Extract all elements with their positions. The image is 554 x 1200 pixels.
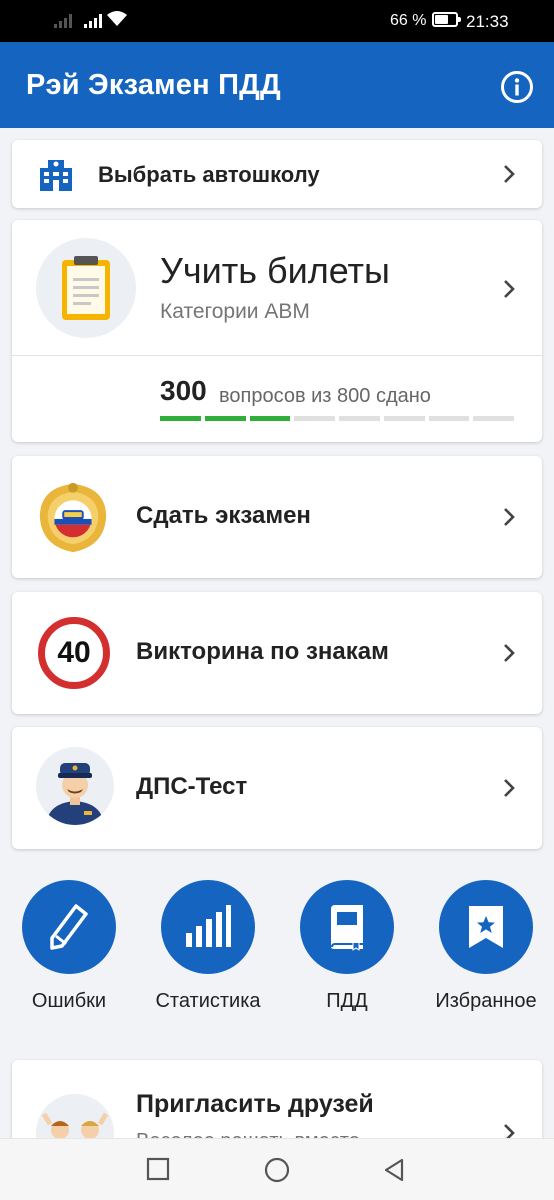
system-navigation-bar: [0, 1138, 554, 1200]
pencil-icon: [50, 904, 88, 950]
chevron-right-icon: [504, 779, 515, 797]
statistics-button[interactable]: [161, 880, 255, 974]
take-exam-label: Сдать экзамен: [136, 502, 311, 529]
favorites-label: Избранное: [435, 990, 537, 1012]
school-building-icon: [40, 160, 72, 191]
progress-segment-pending: [294, 416, 335, 421]
dps-test-card[interactable]: ДПС-Тест: [12, 727, 542, 849]
app-bar: Рэй Экзамен ПДД: [0, 42, 554, 128]
info-icon[interactable]: [500, 70, 534, 104]
home-icon[interactable]: [264, 1157, 290, 1183]
progress-segment-pending: [339, 416, 380, 421]
traffic-rules-button[interactable]: [300, 880, 394, 974]
progress-segment-pending: [473, 416, 514, 421]
progress-segment-done: [160, 416, 201, 421]
take-exam-card[interactable]: Сдать экзамен: [12, 456, 542, 578]
learn-tickets-card[interactable]: Учить билеты Категории ABM 300 вопросов …: [12, 220, 542, 442]
book-icon: [331, 905, 363, 951]
speed-limit-sign-icon: 40: [38, 617, 110, 689]
passed-questions-text: вопросов из 800 сдано: [219, 385, 431, 407]
bar-chart-icon: [186, 905, 231, 947]
dps-test-label: ДПС-Тест: [136, 773, 248, 800]
invite-friends-title: Пригласить друзей: [136, 1090, 374, 1118]
choose-driving-school-label: Выбрать автошколу: [98, 162, 320, 187]
status-time: 21:33: [466, 12, 509, 31]
chevron-right-icon: [504, 165, 515, 183]
favorites-button[interactable]: [439, 880, 533, 974]
traffic-rules-label: ПДД: [326, 990, 368, 1012]
battery-icon: [432, 12, 461, 27]
wifi-icon: [107, 11, 127, 26]
chevron-right-icon: [504, 508, 515, 526]
clipboard-icon: [62, 256, 110, 320]
sim2-signal-icon: [84, 12, 102, 28]
signs-quiz-card[interactable]: 40 Викторина по знакам: [12, 592, 542, 714]
progress-segment-pending: [428, 416, 470, 421]
mistakes-button[interactable]: [22, 880, 116, 974]
bookmark-star-icon: [469, 906, 503, 948]
card-divider: [12, 355, 542, 356]
gibdd-emblem-icon: [39, 482, 107, 553]
traffic-officer-icon: [36, 747, 114, 825]
chevron-right-icon: [504, 280, 515, 298]
signs-quiz-label: Викторина по знакам: [136, 638, 389, 665]
progress-segment-done: [249, 416, 291, 421]
status-bar: 66 % 21:33: [0, 0, 554, 42]
chevron-right-icon: [504, 644, 515, 662]
tickets-progress-bar: [160, 416, 514, 421]
recent-apps-icon[interactable]: [146, 1157, 170, 1181]
progress-segment-pending: [383, 416, 425, 421]
choose-driving-school-card[interactable]: Выбрать автошколу: [12, 140, 542, 208]
mistakes-label: Ошибки: [31, 990, 107, 1012]
progress-segment-done: [204, 416, 246, 421]
statistics-label: Статистика: [155, 990, 261, 1012]
clipboard-icon-circle: [36, 238, 136, 338]
back-icon[interactable]: [382, 1157, 406, 1183]
app-title: Рэй Экзамен ПДД: [26, 69, 281, 101]
passed-questions-count: 300: [160, 375, 207, 406]
learn-tickets-subtitle: Категории ABM: [160, 300, 310, 323]
sim1-signal-icon: [54, 12, 72, 28]
learn-tickets-title: Учить билеты: [160, 250, 390, 291]
battery-percentage: 66 %: [390, 12, 427, 29]
